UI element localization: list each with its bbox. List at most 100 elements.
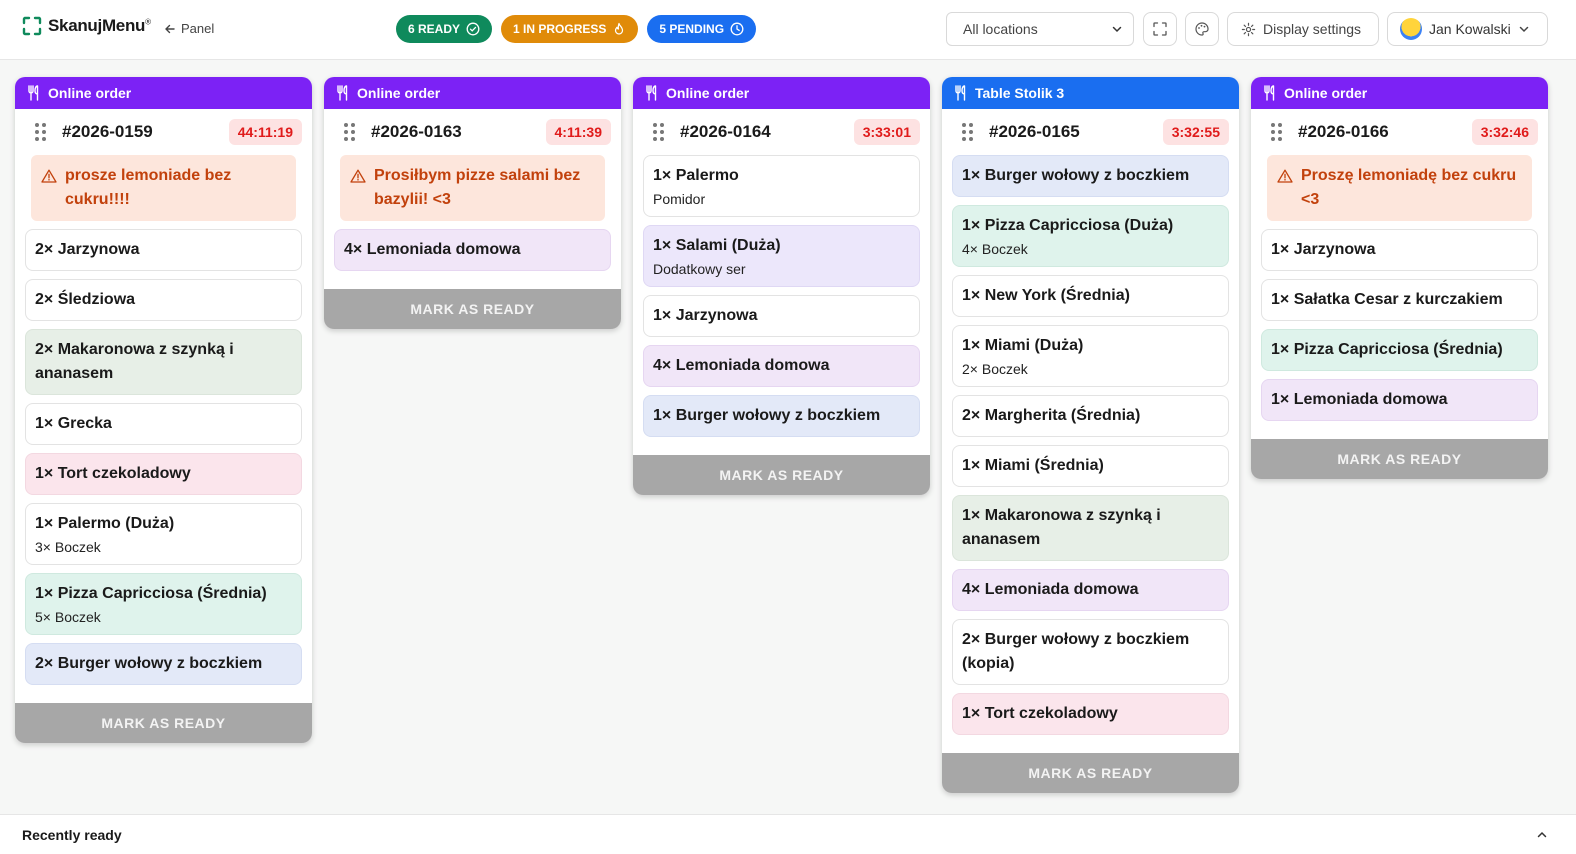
order-item[interactable]: 1× Pizza Capricciosa (Średnia) 5× Boczek — [25, 573, 302, 635]
order-item-name: 1× Salami (Duża) — [653, 237, 781, 254]
pending-status-pill[interactable]: 5 PENDING — [647, 15, 757, 43]
order-item-modifier: 4× Boczek — [962, 241, 1028, 257]
order-item[interactable]: 4× Lemoniada domowa — [643, 345, 920, 387]
order-number: #2026-0166 — [1298, 122, 1389, 141]
customer-note: Proszę lemoniadę bez cukru <3 — [1267, 155, 1532, 221]
order-item[interactable]: 1× Miami (Średnia) — [952, 445, 1229, 487]
recently-ready-bar[interactable]: Recently ready — [0, 814, 1576, 854]
order-timer: 3:32:46 — [1471, 119, 1538, 145]
back-label: Panel — [181, 21, 215, 36]
customer-note: prosze lemoniade bez cukru!!!! — [31, 155, 296, 221]
location-select[interactable]: All locations — [946, 12, 1134, 46]
order-item-modifier: Dodatkowy ser — [653, 261, 746, 277]
order-number: #2026-0164 — [680, 122, 771, 141]
order-item[interactable]: 1× Lemoniada domowa — [1261, 379, 1538, 421]
order-item[interactable]: 2× Śledziowa — [25, 279, 302, 321]
fork-knife-icon — [646, 85, 657, 101]
order-item[interactable]: 4× Lemoniada domowa — [952, 569, 1229, 611]
theme-button[interactable] — [1185, 12, 1219, 46]
drag-handle-icon[interactable] — [344, 123, 355, 141]
order-item[interactable]: 2× Jarzynowa — [25, 229, 302, 271]
brand[interactable]: SkanujMenu® — [22, 16, 151, 36]
fork-knife-icon — [337, 85, 348, 101]
order-item[interactable]: 1× Sałatka Cesar z kurczakiem — [1261, 279, 1538, 321]
order-item-name: 1× Miami (Duża) — [962, 337, 1084, 354]
order-item-name: 1× Tort czekoladowy — [35, 465, 191, 482]
location-select-value: All locations — [963, 21, 1038, 37]
order-id-group: #2026-0163 — [344, 122, 462, 142]
customer-note: Prosiłbym pizze salami bez bazylii! <3 — [340, 155, 605, 221]
chevron-up-icon[interactable] — [1536, 829, 1548, 841]
display-settings-label: Display settings — [1263, 21, 1362, 37]
order-item[interactable]: 1× New York (Średnia) — [952, 275, 1229, 317]
drag-handle-icon[interactable] — [653, 123, 664, 141]
order-top-row: #2026-0159 44:11:19 — [25, 109, 302, 155]
order-item[interactable]: 1× Burger wołowy z boczkiem — [952, 155, 1229, 197]
order-item[interactable]: 4× Lemoniada domowa — [334, 229, 611, 271]
order-item-name: 4× Lemoniada domowa — [962, 581, 1139, 598]
order-item[interactable]: 2× Burger wołowy z boczkiem — [25, 643, 302, 685]
user-name: Jan Kowalski — [1429, 21, 1511, 37]
in-progress-status-pill[interactable]: 1 IN PROGRESS — [501, 15, 639, 43]
order-item[interactable]: 1× Burger wołowy z boczkiem — [643, 395, 920, 437]
order-item-name: 2× Margherita (Średnia) — [962, 407, 1141, 424]
order-item-modifier: 5× Boczek — [35, 609, 101, 625]
order-card[interactable]: Table Stolik 3 #2026-0165 3:32:55 1× Burger… — [942, 77, 1239, 793]
order-item[interactable]: 1× Tort czekoladowy — [25, 453, 302, 495]
gear-icon — [1241, 22, 1256, 36]
order-type-label: Online order — [666, 85, 750, 101]
palette-icon — [1195, 22, 1209, 36]
drag-handle-icon[interactable] — [35, 123, 46, 141]
warning-icon — [41, 169, 57, 183]
order-type-header: Table Stolik 3 — [942, 77, 1239, 109]
ready-status-pill[interactable]: 6 READY — [396, 15, 493, 43]
order-item[interactable]: 1× Jarzynowa — [643, 295, 920, 337]
mark-as-ready-button[interactable]: MARK AS READY — [15, 703, 312, 743]
mark-as-ready-button[interactable]: MARK AS READY — [324, 289, 621, 329]
brand-name: SkanujMenu® — [48, 16, 151, 35]
order-item-name: 4× Lemoniada domowa — [344, 241, 521, 258]
order-card[interactable]: Online order #2026-0163 4:11:39 Prosiłbym p… — [324, 77, 621, 329]
order-card[interactable]: Online order #2026-0164 3:33:01 1× Palermo P… — [633, 77, 930, 495]
order-item-name: 4× Lemoniada domowa — [653, 357, 830, 374]
order-item[interactable]: 1× Jarzynowa — [1261, 229, 1538, 271]
order-item[interactable]: 1× Palermo Pomidor — [643, 155, 920, 217]
order-type-label: Table Stolik 3 — [975, 85, 1065, 101]
avatar — [1400, 18, 1422, 40]
fork-knife-icon — [1264, 85, 1275, 101]
order-card[interactable]: Online order #2026-0166 3:32:46 Proszę lemo… — [1251, 77, 1548, 479]
mark-as-ready-button[interactable]: MARK AS READY — [942, 753, 1239, 793]
mark-as-ready-button[interactable]: MARK AS READY — [1251, 439, 1548, 479]
order-item[interactable]: 2× Burger wołowy z boczkiem (kopia) — [952, 619, 1229, 685]
fork-knife-icon — [28, 85, 39, 101]
fullscreen-button[interactable] — [1143, 12, 1177, 46]
order-item[interactable]: 1× Makaronowa z szynką i ananasem — [952, 495, 1229, 561]
back-to-panel-link[interactable]: Panel — [164, 21, 214, 36]
order-item[interactable]: 1× Pizza Capricciosa (Duża) 4× Boczek — [952, 205, 1229, 267]
user-menu-button[interactable]: Jan Kowalski — [1387, 12, 1548, 46]
order-item-modifier: 3× Boczek — [35, 539, 101, 555]
status-pills: 6 READY 1 IN PROGRESS 5 PENDING — [396, 15, 757, 43]
order-item[interactable]: 1× Palermo (Duża) 3× Boczek — [25, 503, 302, 565]
order-item[interactable]: 1× Miami (Duża) 2× Boczek — [952, 325, 1229, 387]
order-card[interactable]: Online order #2026-0159 44:11:19 prosze lem… — [15, 77, 312, 743]
fullscreen-icon — [1153, 22, 1167, 36]
order-item-name: 2× Śledziowa — [35, 291, 136, 308]
order-item-name: 1× Burger wołowy z boczkiem — [962, 167, 1190, 184]
order-item[interactable]: 2× Margherita (Średnia) — [952, 395, 1229, 437]
mark-as-ready-button[interactable]: MARK AS READY — [633, 455, 930, 495]
customer-note-text: Prosiłbym pizze salami bez bazylii! <3 — [374, 167, 581, 208]
order-item[interactable]: 1× Grecka — [25, 403, 302, 445]
order-item[interactable]: 2× Makaronowa z szynką i ananasem — [25, 329, 302, 395]
fork-knife-icon — [955, 85, 966, 101]
order-item[interactable]: 1× Salami (Duża) Dodatkowy ser — [643, 225, 920, 287]
order-id-group: #2026-0159 — [35, 122, 153, 142]
order-type-label: Online order — [48, 85, 132, 101]
order-item-name: 1× Jarzynowa — [1271, 241, 1376, 258]
order-item-name: 1× Sałatka Cesar z kurczakiem — [1271, 291, 1503, 308]
order-item[interactable]: 1× Tort czekoladowy — [952, 693, 1229, 735]
drag-handle-icon[interactable] — [962, 123, 973, 141]
order-item[interactable]: 1× Pizza Capricciosa (Średnia) — [1261, 329, 1538, 371]
display-settings-button[interactable]: Display settings — [1227, 12, 1379, 46]
drag-handle-icon[interactable] — [1271, 123, 1282, 141]
